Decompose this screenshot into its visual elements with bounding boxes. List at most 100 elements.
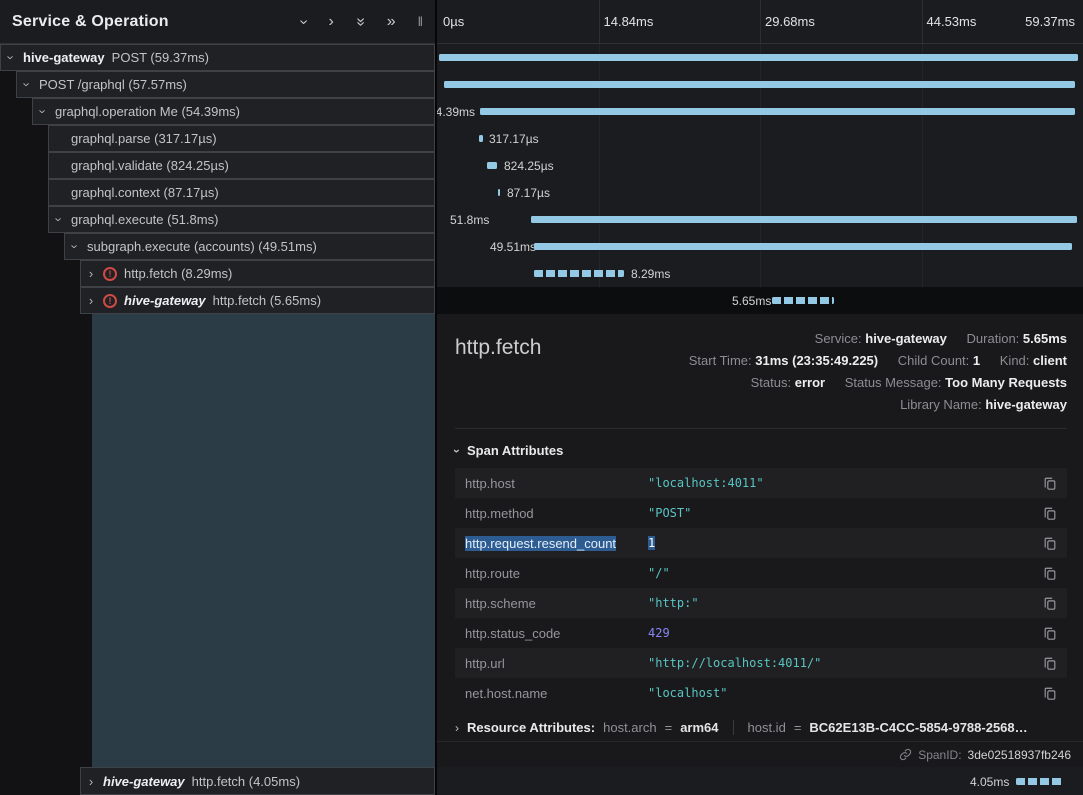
drag-handle-icon[interactable]: ‖ [418,15,423,28]
span-label: subgraph.execute (accounts) (49.51ms) [87,239,317,254]
timeline-row: 49.51ms [437,233,1083,260]
tree-row[interactable]: › hive-gateway POST (59.37ms) [0,44,435,71]
span-bar[interactable] [444,81,1075,88]
copy-icon[interactable] [1043,656,1057,671]
resource-attribute-value: BC62E13B-C4CC-5854-9788-2568… [809,720,1027,735]
span-bar[interactable] [480,108,1075,115]
ruler-gridline [760,0,761,43]
ruler-tick: 59.37ms [1025,14,1075,29]
span-bar[interactable] [439,54,1078,61]
span-attributes-heading: Span Attributes [467,443,563,458]
span-duration-label: 5.65ms [732,294,771,308]
resource-attributes-heading: Resource Attributes: [467,720,595,735]
span-bar[interactable] [487,162,497,169]
chevron-right-icon[interactable]: › [86,775,96,788]
tree-row[interactable]: graphql.parse (317.17µs) [48,125,435,152]
span-detail-panel: http.fetch Service: hive-gateway Duratio… [437,314,1083,767]
chevron-down-icon[interactable]: › [53,215,66,225]
chevron-down-icon[interactable]: › [37,107,50,117]
tree-row[interactable]: › ! hive-gateway http.fetch (5.65ms) [80,287,435,314]
chevron-right-icon[interactable]: › [328,14,333,30]
double-chevron-down-icon[interactable]: » [352,17,368,26]
tree-row[interactable]: graphql.context (87.17µs) [48,179,435,206]
ruler-gridline [922,0,923,43]
link-icon[interactable] [899,748,912,761]
attribute-key: http.method [465,506,648,521]
chevron-right-icon[interactable]: › [86,267,96,280]
status-label: Status: [751,375,791,390]
attribute-key: http.host [465,476,648,491]
timeline-row: 54.39ms [437,98,1083,125]
copy-icon[interactable] [1043,476,1057,491]
chevron-down-icon[interactable]: › [5,53,18,63]
panel-divider[interactable] [435,0,437,795]
duration-label: Duration: [967,331,1020,346]
panel-header: Service & Operation › › » » ‖ [0,0,435,44]
tree-row[interactable]: › ! http.fetch (8.29ms) [80,260,435,287]
attribute-row[interactable]: http.scheme "http:" [455,588,1067,618]
equals-sign: = [665,720,673,735]
span-bar[interactable] [1016,778,1063,785]
span-bar[interactable] [534,243,1072,250]
chevron-down-icon[interactable]: › [296,19,312,24]
attribute-value: "localhost" [648,686,727,700]
span-duration-label: 8.29ms [631,267,670,281]
attribute-value: "/" [648,566,670,580]
timeline-row [437,44,1083,71]
tree-row[interactable]: › subgraph.execute (accounts) (49.51ms) [64,233,435,260]
tree-row[interactable]: › POST /graphql (57.57ms) [16,71,435,98]
copy-icon[interactable] [1043,566,1057,581]
span-bar[interactable] [498,189,500,196]
chevron-right-icon: › [455,722,459,734]
resource-attribute-key: host.arch [603,720,656,735]
span-attributes-section-header[interactable]: › Span Attributes [455,443,1067,458]
library-name-label: Library Name: [900,397,982,412]
attribute-row[interactable]: net.host.name "localhost" [455,678,1067,708]
attribute-row[interactable]: http.url "http://localhost:4011/" [455,648,1067,678]
span-label: graphql.context (87.17µs) [71,185,219,200]
timeline-row: 8.29ms [437,260,1083,287]
trace-viewer: Service & Operation › › » » ‖ 0µs 14.84m… [0,0,1083,795]
tree-row[interactable]: › graphql.operation Me (54.39ms) [32,98,435,125]
panel-title: Service & Operation [12,13,169,31]
span-duration-label: 87.17µs [507,186,550,200]
copy-icon[interactable] [1043,686,1057,701]
start-time-label: Start Time: [689,353,752,368]
copy-icon[interactable] [1043,536,1057,551]
attribute-value: 429 [648,626,670,640]
span-bar[interactable] [531,216,1077,223]
attribute-row[interactable]: http.method "POST" [455,498,1067,528]
span-duration-label: 4.05ms [970,775,1009,789]
copy-icon[interactable] [1043,626,1057,641]
attribute-row[interactable]: http.route "/" [455,558,1067,588]
span-label: graphql.operation Me (54.39ms) [55,104,240,119]
chevron-down-icon: › [451,449,463,453]
timeline-row: 87.17µs [437,179,1083,206]
chevron-down-icon[interactable]: › [21,80,34,90]
detail-divider [455,428,1067,429]
attribute-key: http.url [465,656,648,671]
span-label: POST /graphql (57.57ms) [39,77,187,92]
tree-row[interactable]: › hive-gateway http.fetch (4.05ms) [80,767,435,795]
attribute-row[interactable]: http.host "localhost:4011" [455,468,1067,498]
attribute-row-selected[interactable]: http.request.resend_count 1 [455,528,1067,558]
attribute-row[interactable]: http.status_code 429 [455,618,1067,648]
span-bar[interactable] [772,297,834,304]
tree-row[interactable]: graphql.validate (824.25µs) [48,152,435,179]
copy-icon[interactable] [1043,596,1057,611]
copy-icon[interactable] [1043,506,1057,521]
resource-attributes-row[interactable]: › Resource Attributes: host.arch = arm64… [455,720,1067,735]
tree-row[interactable]: › graphql.execute (51.8ms) [48,206,435,233]
span-bar[interactable] [479,135,483,142]
attribute-key: http.request.resend_count [465,536,616,551]
timeline-ruler: 0µs 14.84ms 29.68ms 44.53ms 59.37ms [437,0,1083,44]
timeline-row: 317.17µs [437,125,1083,152]
detail-footer: SpanID: 3de02518937fb246 [437,741,1083,767]
timeline-body: 54.39ms 317.17µs 824.25µs 87.17µs 51.8ms… [437,44,1083,314]
chevron-down-icon[interactable]: › [69,242,82,252]
chevron-right-icon[interactable]: › [86,294,96,307]
span-label: graphql.validate (824.25µs) [71,158,229,173]
span-bar[interactable] [534,270,624,277]
double-chevron-right-icon[interactable]: » [387,14,396,30]
span-id-label: SpanID: [918,748,961,762]
